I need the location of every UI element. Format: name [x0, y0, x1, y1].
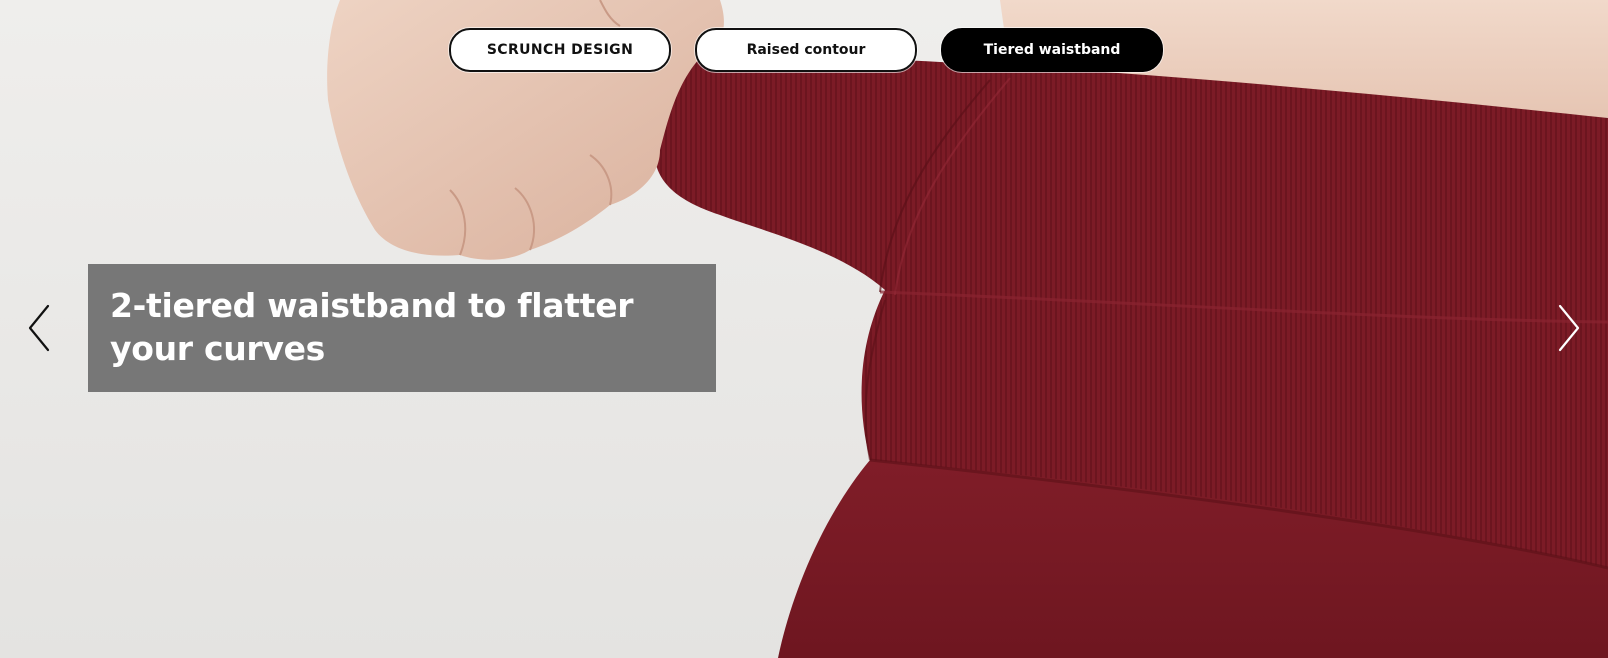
carousel: SCRUNCH DESIGN Raised contour Tiered wai… — [0, 0, 1608, 658]
chevron-right-icon — [1558, 304, 1580, 352]
previous-slide-button[interactable] — [20, 300, 60, 356]
slide-caption: 2-tiered waistband to flatter your curve… — [110, 286, 634, 368]
slide-caption-box: 2-tiered waistband to flatter your curve… — [88, 264, 716, 392]
tab-tiered-waistband[interactable]: Tiered waistband — [941, 28, 1163, 72]
feature-tabs: SCRUNCH DESIGN Raised contour Tiered wai… — [0, 28, 1608, 72]
tab-raised-contour[interactable]: Raised contour — [695, 28, 917, 72]
next-slide-button[interactable] — [1548, 300, 1588, 356]
chevron-left-icon — [28, 304, 50, 352]
tab-scrunch-design[interactable]: SCRUNCH DESIGN — [449, 28, 671, 72]
